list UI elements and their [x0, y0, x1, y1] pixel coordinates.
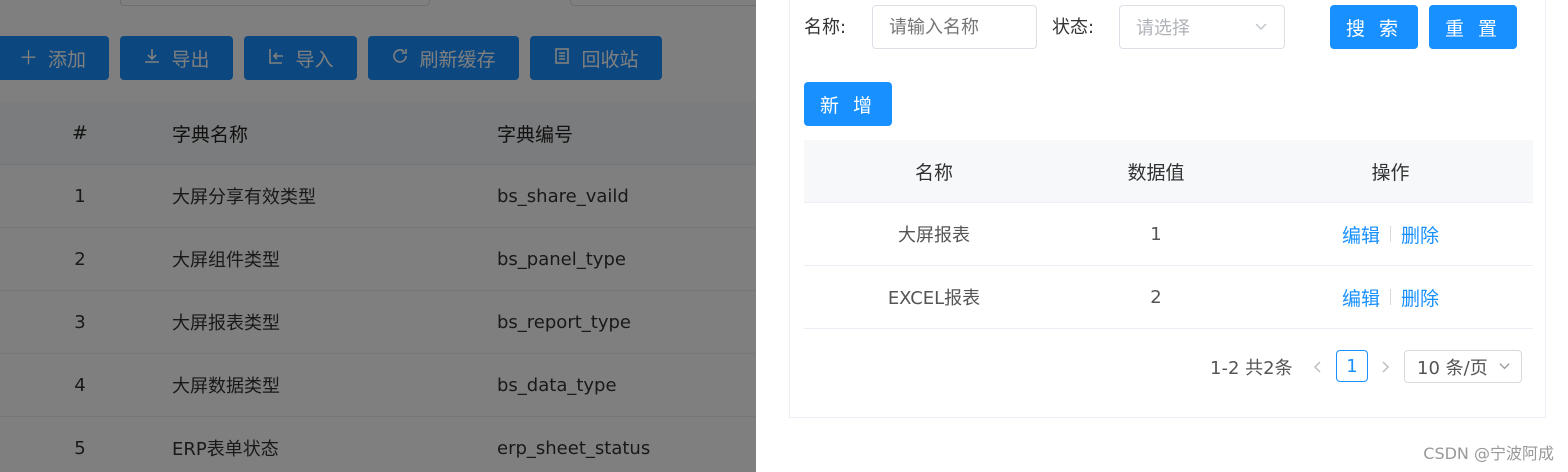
recycle-bin-button-label: 回收站	[581, 48, 639, 71]
row-dict-code: bs_data_type	[497, 374, 617, 396]
chevron-down-icon	[1254, 17, 1268, 38]
row-item-value: 1	[1150, 223, 1162, 245]
delete-link[interactable]: 删除	[1401, 284, 1439, 311]
background-page: ＋ 添加 导出 导入 刷新缓存 回收站 # 字典名称 字典编号 1 大屏分享有效…	[0, 0, 756, 472]
add-button-label: 添加	[48, 48, 87, 71]
table-row[interactable]: 4 大屏数据类型 bs_data_type	[0, 354, 756, 417]
watermark: CSDN @宁波阿成	[1423, 444, 1554, 463]
dictionary-table: # 字典名称 字典编号 1 大屏分享有效类型 bs_share_vaild 2 …	[0, 102, 756, 472]
dictionary-table-header: # 字典名称 字典编号	[0, 102, 756, 165]
row-dict-name: 大屏报表类型	[172, 313, 280, 334]
refresh-cache-button[interactable]: 刷新缓存	[368, 36, 519, 80]
page-number-current[interactable]: 1	[1336, 350, 1368, 382]
row-dict-code: bs_report_type	[497, 311, 631, 333]
row-item-value: 2	[1150, 286, 1162, 308]
row-index: 3	[74, 311, 86, 333]
edit-link[interactable]: 编辑	[1342, 284, 1380, 311]
header-item-name: 名称	[914, 161, 953, 184]
download-icon	[143, 47, 161, 69]
row-dict-code: bs_panel_type	[497, 248, 626, 270]
name-filter-label: 名称:	[804, 17, 847, 38]
divider	[1390, 289, 1391, 305]
header-dict-name: 字典名称	[172, 123, 249, 146]
header-dict-code: 字典编号	[497, 123, 574, 146]
row-item-name: 大屏报表	[898, 225, 970, 246]
row-operations: 编辑 删除	[1248, 203, 1533, 265]
status-select[interactable]: 请选择	[1119, 5, 1285, 49]
prev-page-icon[interactable]	[1308, 350, 1328, 384]
row-dict-name: 大屏数据类型	[172, 376, 280, 397]
chevron-down-icon	[1498, 356, 1511, 377]
export-button-label: 导出	[171, 48, 210, 71]
background-filter-input	[120, 0, 430, 6]
status-filter-label: 状态:	[1052, 17, 1095, 38]
row-dict-name: 大屏组件类型	[172, 250, 280, 271]
header-index: #	[72, 122, 88, 144]
delete-link[interactable]: 删除	[1401, 221, 1439, 248]
next-page-icon[interactable]	[1375, 350, 1395, 384]
add-button[interactable]: ＋ 添加	[0, 36, 109, 80]
status-select-placeholder: 请选择	[1136, 18, 1190, 39]
dictionary-item-drawer: 名称: 状态: 请选择 搜 索 重 置 新 增 名称 数据值 操作 大屏报表 1…	[756, 0, 1568, 472]
page-size-value: 10 条/页	[1417, 357, 1488, 379]
edit-link[interactable]: 编辑	[1342, 221, 1380, 248]
row-index: 5	[74, 437, 86, 459]
row-operations: 编辑 删除	[1248, 266, 1533, 328]
divider	[1390, 226, 1391, 242]
background-filter-select	[570, 0, 756, 6]
row-dict-name: 大屏分享有效类型	[172, 187, 316, 208]
recycle-bin-button[interactable]: 回收站	[530, 36, 662, 80]
row-dict-name: ERP表单状态	[172, 439, 279, 460]
reset-button[interactable]: 重 置	[1429, 5, 1517, 49]
import-icon	[267, 47, 285, 69]
table-row[interactable]: 2 大屏组件类型 bs_panel_type	[0, 228, 756, 291]
row-dict-code: erp_sheet_status	[497, 437, 651, 459]
row-item-name: EXCEL报表	[887, 288, 981, 309]
recycle-bin-icon	[553, 47, 571, 69]
table-row[interactable]: EXCEL报表 2 编辑 删除	[804, 266, 1533, 329]
page-size-select[interactable]: 10 条/页	[1404, 350, 1522, 383]
row-index: 2	[74, 248, 86, 270]
import-button[interactable]: 导入	[244, 36, 357, 80]
refresh-icon	[391, 47, 409, 69]
table-row[interactable]: 大屏报表 1 编辑 删除	[804, 203, 1533, 266]
table-row[interactable]: 3 大屏报表类型 bs_report_type	[0, 291, 756, 354]
export-button[interactable]: 导出	[120, 36, 233, 80]
table-row[interactable]: 5 ERP表单状态 erp_sheet_status	[0, 417, 756, 472]
dictionary-item-table: 名称 数据值 操作 大屏报表 1 编辑 删除 EXCEL报表 2 编辑 删除	[804, 140, 1533, 329]
import-button-label: 导入	[295, 48, 334, 71]
refresh-cache-button-label: 刷新缓存	[419, 48, 496, 71]
pagination-total: 1-2 共2条	[1210, 358, 1293, 379]
plus-icon: ＋	[18, 46, 38, 69]
header-operation: 操作	[1371, 161, 1410, 184]
name-search-input[interactable]	[872, 5, 1037, 49]
row-dict-code: bs_share_vaild	[497, 185, 629, 207]
header-item-value: 数据值	[1127, 161, 1185, 184]
table-row[interactable]: 1 大屏分享有效类型 bs_share_vaild	[0, 165, 756, 228]
item-table-header: 名称 数据值 操作	[804, 140, 1533, 203]
row-index: 1	[74, 185, 86, 207]
row-index: 4	[74, 374, 86, 396]
search-button[interactable]: 搜 索	[1330, 5, 1418, 49]
add-item-button[interactable]: 新 增	[804, 82, 892, 126]
